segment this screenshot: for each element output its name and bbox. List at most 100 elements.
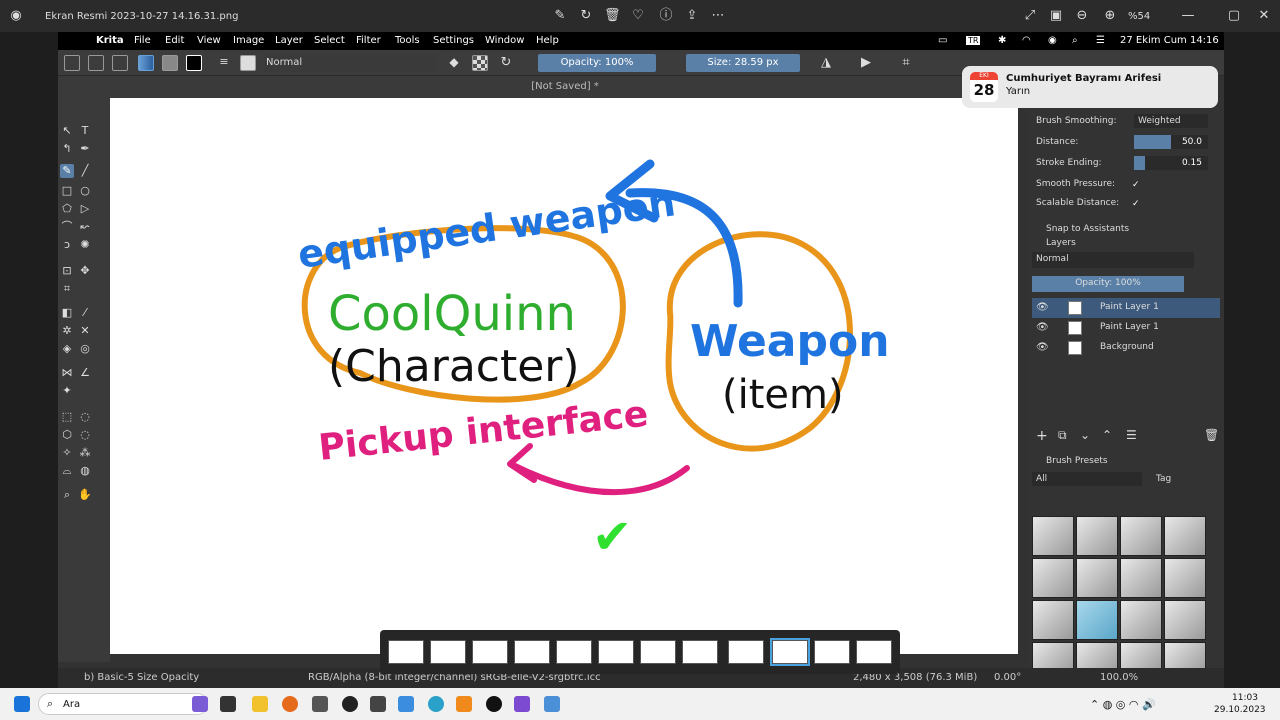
colorize-mask-icon[interactable]: ✲ bbox=[60, 324, 74, 338]
blender-icon[interactable] bbox=[456, 696, 472, 712]
gradient-icon[interactable] bbox=[138, 55, 154, 71]
pattern-icon[interactable] bbox=[162, 55, 178, 71]
zoom-in-icon[interactable]: ⊕ bbox=[1102, 8, 1118, 24]
krita-icon[interactable] bbox=[544, 696, 560, 712]
layer-opacity-slider[interactable]: Opacity: 100% bbox=[1032, 276, 1184, 292]
brush-preset-selected[interactable] bbox=[1076, 600, 1118, 640]
distance-slider[interactable]: 50.0 bbox=[1134, 135, 1208, 149]
slideshow-icon[interactable]: ▣ bbox=[1048, 8, 1064, 24]
select-shapes-icon[interactable]: ↖ bbox=[60, 124, 74, 138]
mirror-h-icon[interactable]: ◮ bbox=[818, 55, 834, 71]
heart-icon[interactable]: ♡ bbox=[630, 8, 646, 24]
ellipse-tool-icon[interactable]: ○ bbox=[78, 184, 92, 198]
ellipse-select-icon[interactable]: ◌ bbox=[78, 410, 92, 424]
screen-icon[interactable]: ▭ bbox=[938, 35, 947, 46]
move-down-icon[interactable]: ⌄ bbox=[1080, 428, 1090, 442]
gradient-tool-icon[interactable]: ◧ bbox=[60, 306, 74, 320]
spotlight-icon[interactable]: ⌕ bbox=[1072, 35, 1078, 46]
mirror-v-icon[interactable]: ▶ bbox=[858, 55, 874, 71]
magnetic-select-icon[interactable]: ◍ bbox=[78, 464, 92, 478]
expand-icon[interactable]: ⤢ bbox=[1022, 8, 1038, 24]
wrap-icon[interactable]: ⌗ bbox=[898, 55, 914, 71]
control-center-icon[interactable]: ☰ bbox=[1096, 35, 1105, 46]
brush-preset[interactable] bbox=[1032, 516, 1074, 556]
reload-icon[interactable]: ↻ bbox=[498, 55, 514, 71]
thumbnail[interactable] bbox=[640, 640, 676, 664]
photos-icon[interactable] bbox=[398, 696, 414, 712]
text-tool-icon[interactable]: T bbox=[78, 124, 92, 138]
smart-patch-icon[interactable]: ✕ bbox=[78, 324, 92, 338]
thumbnail-selected[interactable] bbox=[770, 638, 810, 666]
open-icon[interactable] bbox=[88, 55, 104, 71]
thumbnail[interactable] bbox=[856, 640, 892, 664]
polygon-tool-icon[interactable]: ⬠ bbox=[60, 202, 74, 216]
measure-tool-icon[interactable]: ∠ bbox=[78, 366, 92, 380]
input-language[interactable]: TR bbox=[966, 36, 981, 45]
menu-select[interactable]: Select bbox=[314, 35, 345, 46]
app-icon[interactable] bbox=[370, 696, 386, 712]
minimize-icon[interactable]: — bbox=[1180, 8, 1196, 24]
maximize-icon[interactable]: ▢ bbox=[1226, 8, 1242, 24]
move-up-icon[interactable]: ⌃ bbox=[1102, 428, 1112, 442]
rect-select-icon[interactable]: ⬚ bbox=[60, 410, 74, 424]
wifi-icon[interactable]: ◠ bbox=[1022, 35, 1031, 46]
zoom-tool-icon[interactable]: ⌕ bbox=[60, 488, 74, 502]
scalable-distance-checkbox[interactable]: ✓ bbox=[1132, 199, 1142, 209]
firefox-icon[interactable] bbox=[282, 696, 298, 712]
brush-preset[interactable] bbox=[1076, 516, 1118, 556]
menu-settings[interactable]: Settings bbox=[433, 35, 474, 46]
tray-icons[interactable]: ⌃ ◍ ◎ ◠ 🔊 bbox=[1090, 698, 1156, 711]
snap-assistants-label[interactable]: Snap to Assistants bbox=[1046, 224, 1129, 234]
brush-smoothing-select[interactable]: Weighted bbox=[1134, 114, 1208, 128]
menu-tools[interactable]: Tools bbox=[395, 35, 420, 46]
new-document-icon[interactable] bbox=[64, 55, 80, 71]
fill-tool-icon[interactable]: ◈ bbox=[60, 342, 74, 356]
smooth-pressure-checkbox[interactable]: ✓ bbox=[1132, 180, 1142, 190]
thumbnail[interactable] bbox=[598, 640, 634, 664]
windows-start-icon[interactable] bbox=[14, 696, 30, 712]
visual-studio-icon[interactable] bbox=[514, 696, 530, 712]
explorer-icon[interactable] bbox=[252, 696, 268, 712]
add-layer-icon[interactable]: + bbox=[1036, 428, 1048, 444]
canvas[interactable]: equipped weapon CoolQuinn (Character) We… bbox=[110, 98, 1018, 654]
bezier-tool-icon[interactable]: ⌒ bbox=[60, 220, 74, 234]
calendar-notification[interactable]: EKİ 28 Cumhuriyet Bayramı Arifesi Yarın bbox=[962, 66, 1218, 108]
multibrush-icon[interactable]: ✺ bbox=[78, 238, 92, 252]
brush-preset[interactable] bbox=[1164, 600, 1206, 640]
edit-shapes-icon[interactable]: ↰ bbox=[60, 142, 74, 156]
stroke-ending-slider[interactable]: 0.15 bbox=[1134, 156, 1208, 170]
menu-window[interactable]: Window bbox=[485, 35, 524, 46]
line-tool-icon[interactable]: ╱ bbox=[78, 164, 92, 178]
brush-preset[interactable] bbox=[1164, 558, 1206, 598]
layer-properties-icon[interactable]: ☰ bbox=[1126, 428, 1137, 442]
search-box[interactable]: ⌕ Ara bbox=[38, 693, 208, 715]
document-tab[interactable]: [Not Saved] * bbox=[110, 76, 1020, 98]
unreal-icon[interactable] bbox=[486, 696, 502, 712]
calligraphy-icon[interactable]: ✒ bbox=[78, 142, 92, 156]
thumbnail[interactable] bbox=[472, 640, 508, 664]
rotate-icon[interactable]: ↻ bbox=[578, 8, 594, 24]
brush-preset[interactable] bbox=[1164, 516, 1206, 556]
layer-row[interactable]: 👁 Background bbox=[1032, 338, 1220, 358]
contiguous-select-icon[interactable]: ✧ bbox=[60, 446, 74, 460]
brush-preset[interactable] bbox=[1120, 516, 1162, 556]
save-icon[interactable] bbox=[112, 55, 128, 71]
info-icon[interactable]: ⓘ bbox=[658, 8, 674, 24]
rectangle-tool-icon[interactable]: □ bbox=[60, 184, 74, 198]
menu-layer[interactable]: Layer bbox=[275, 35, 303, 46]
move-tool-icon[interactable]: ✥ bbox=[78, 264, 92, 278]
thumbnail[interactable] bbox=[388, 640, 424, 664]
thumbnail[interactable] bbox=[556, 640, 592, 664]
transform-tool-icon[interactable]: ⊡ bbox=[60, 264, 74, 278]
widgets-icon[interactable] bbox=[220, 696, 236, 712]
blend-mode-select[interactable]: Normal bbox=[264, 54, 436, 72]
freehand-brush-icon[interactable]: ✎ bbox=[60, 164, 74, 178]
close-icon[interactable]: ✕ bbox=[1256, 8, 1272, 24]
menu-edit[interactable]: Edit bbox=[165, 35, 184, 46]
menu-help[interactable]: Help bbox=[536, 35, 559, 46]
brush-preset[interactable] bbox=[1032, 600, 1074, 640]
brush-settings-icon[interactable]: ≡ bbox=[216, 55, 232, 71]
enclose-fill-icon[interactable]: ◎ bbox=[78, 342, 92, 356]
app-icon[interactable] bbox=[312, 696, 328, 712]
opacity-slider[interactable]: Opacity: 100% bbox=[538, 54, 656, 72]
